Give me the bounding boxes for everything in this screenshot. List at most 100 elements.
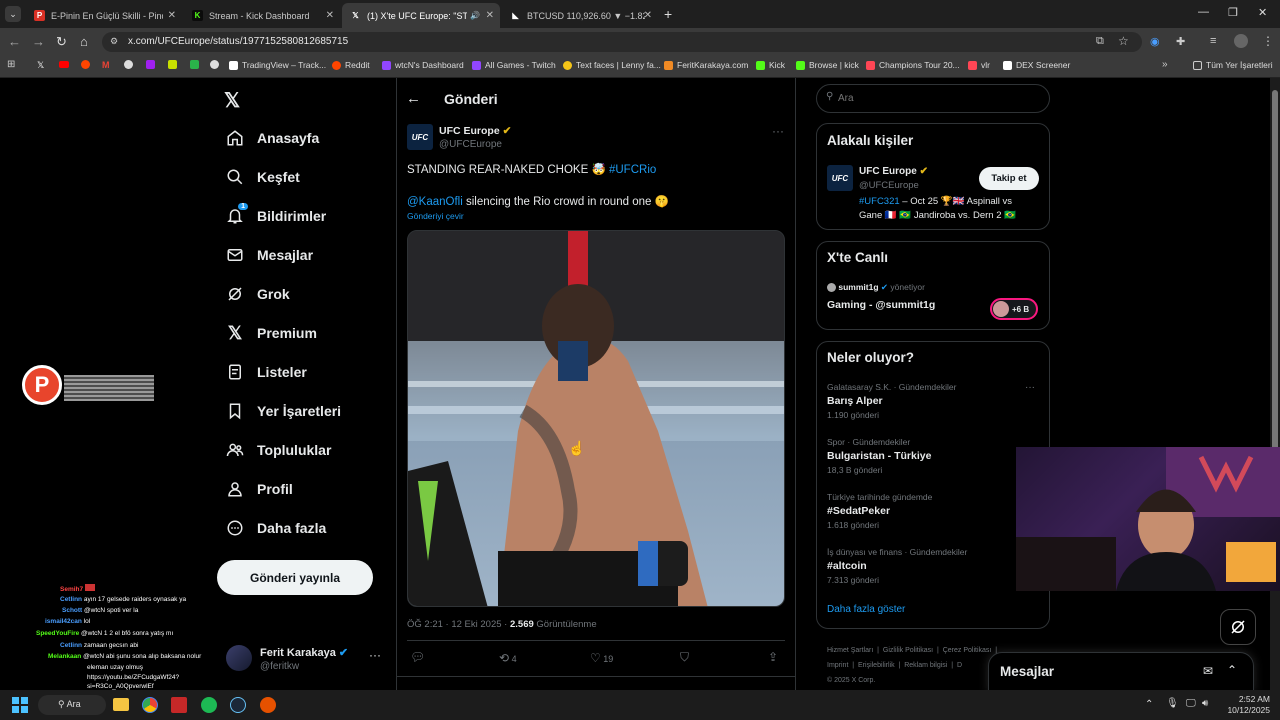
nav-notifications[interactable]: 1 Bildirimler [225, 203, 326, 226]
chrome-icon[interactable] [142, 697, 158, 713]
media-icon[interactable]: ≡ [1210, 35, 1216, 47]
tab-kick-dashboard[interactable]: K Stream - Kick Dashboard ✕ [184, 3, 340, 28]
tray-overflow-icon[interactable]: ⌃ [1145, 699, 1153, 710]
bookmark-feritkarakaya[interactable]: FeritKarakaya.com [664, 60, 748, 70]
bookmark-youtube-icon[interactable] [59, 61, 69, 68]
nav-lists[interactable]: Listeler [225, 362, 307, 382]
translate-link[interactable]: Gönderiyi çevir [407, 211, 464, 221]
ufc-avatar[interactable]: UFC [827, 165, 853, 191]
nav-premium[interactable]: 𝕏 Premium [225, 323, 317, 343]
bookmark-reddit[interactable]: Reddit [332, 60, 370, 70]
microphone-icon[interactable]: 🎙︎ [1166, 698, 1179, 709]
windows-start-icon[interactable] [12, 697, 28, 713]
footer-link[interactable]: Gizlilik Politikası [883, 647, 933, 654]
tab-tradingview[interactable]: ◣ BTCUSD 110,926.60 ▼ −1.82% l ✕ [502, 3, 658, 28]
volume-icon[interactable]: 🔊︎ [1202, 698, 1208, 709]
bookmark-yahoo-icon[interactable] [146, 60, 155, 69]
search-input[interactable] [838, 89, 1038, 107]
post-more-icon[interactable]: ··· [772, 124, 784, 138]
bookmark-twitch-games[interactable]: All Games - Twitch [472, 60, 556, 70]
new-message-icon[interactable]: ✉ [1203, 664, 1213, 678]
home-button-icon[interactable]: ⌂ [80, 34, 88, 49]
back-arrow-icon[interactable]: ← [406, 90, 421, 107]
app-icon[interactable] [260, 697, 276, 713]
nav-bookmarks[interactable]: Yer İşaretleri [225, 401, 341, 421]
bookmark-wtcn-dashboard[interactable]: wtcN's Dashboard [382, 60, 464, 70]
related-name[interactable]: UFC Europe ✔ [859, 166, 928, 177]
live-stream-title[interactable]: Gaming - @summit1g [827, 299, 935, 311]
share-icon[interactable]: ⇪ [768, 650, 778, 664]
trend-item[interactable]: Spor · Gündemdekiler Bulgaristan - Türki… [827, 437, 1047, 487]
bookmark-champions-tour[interactable]: Champions Tour 20... [866, 60, 960, 70]
nav-profile[interactable]: Profil [225, 479, 293, 499]
app-icon[interactable] [171, 697, 187, 713]
ufc-avatar[interactable]: UFC [407, 124, 433, 150]
scrollbar-thumb[interactable] [1272, 90, 1278, 450]
trend-item[interactable]: Galatasaray S.K. · Gündemdekiler Barış A… [827, 382, 1047, 432]
retweet-button[interactable]: ⟲ 4 [499, 651, 517, 665]
extension-icon[interactable]: ◉ [1150, 35, 1160, 48]
trend-item[interactable]: Türkiye tarihinde gündemde #SedatPeker 1… [827, 492, 1047, 542]
nav-explore[interactable]: Keşfet [225, 167, 300, 187]
bookmark-gmail-icon[interactable]: M [102, 60, 110, 70]
grok-floating-button[interactable] [1220, 609, 1256, 645]
reload-icon[interactable]: ↻ [56, 34, 67, 50]
apps-icon[interactable]: ⊞ [7, 59, 15, 70]
bookmark-dex-screener[interactable]: DEX Screener [1003, 60, 1070, 70]
footer-link[interactable]: Erişilebilirlik [858, 662, 895, 669]
url-text[interactable]: x.com/UFCEurope/status/19771525808126857… [128, 36, 348, 47]
back-icon[interactable]: ← [8, 34, 21, 49]
bookmark-lenny-faces[interactable]: Text faces | Lenny fa... [563, 60, 661, 70]
nav-home[interactable]: Anasayfa [225, 128, 319, 148]
bookmark-icon[interactable] [124, 60, 133, 69]
bookmark-icon[interactable] [190, 60, 199, 69]
author-name[interactable]: UFC Europe ✔ [439, 125, 511, 137]
post-button[interactable]: Gönderi yayınla [217, 560, 373, 595]
speaker-icon[interactable]: 🔊 [470, 11, 480, 20]
footer-link[interactable]: Çerez Politikası [943, 647, 992, 654]
bookmark-post-icon[interactable]: ⛉ [680, 650, 689, 665]
clock[interactable]: 2:52 AM 10/12/2025 [1222, 694, 1270, 716]
file-explorer-icon[interactable] [113, 698, 129, 711]
bookmark-icon[interactable] [168, 60, 177, 69]
follow-button[interactable]: Takip et [979, 167, 1039, 190]
steam-icon[interactable] [230, 697, 246, 713]
footer-link[interactable]: Imprint [827, 662, 848, 669]
bookmark-vlr[interactable]: vlr [968, 60, 990, 70]
close-icon[interactable]: ✕ [168, 10, 176, 21]
footer-link[interactable]: Reklam bilgisi [904, 662, 947, 669]
nav-communities[interactable]: Topluluklar [225, 440, 331, 460]
bookmark-kick[interactable]: Kick [756, 60, 785, 70]
bio-hashtag[interactable]: #UFC321 [859, 196, 900, 207]
profile-avatar[interactable] [1234, 34, 1248, 48]
tab-search-button[interactable]: ⌄ [5, 6, 21, 22]
all-bookmarks-folder[interactable]: Tüm Yer İşaretleri [1193, 60, 1273, 70]
bookmark-browse-kick[interactable]: Browse | kick [796, 60, 859, 70]
footer-link[interactable]: Hizmet Şartları [827, 647, 873, 654]
footer-link[interactable]: D [957, 662, 962, 669]
forward-icon[interactable]: → [32, 34, 45, 49]
close-icon[interactable]: ✕ [486, 10, 494, 21]
trend-item[interactable]: İş dünyası ve finans · Gündemdekiler #al… [827, 547, 1047, 597]
window-close-icon[interactable]: ✕ [1258, 6, 1267, 19]
like-button[interactable]: ♡ 19 [590, 651, 613, 665]
browser-menu-icon[interactable]: ⋮ [1262, 34, 1274, 48]
post-video[interactable] [407, 230, 785, 607]
maximize-icon[interactable]: ❐ [1228, 6, 1238, 19]
post-timestamp[interactable]: ÖĞ 2:21 · 12 Eki 2025 · [407, 619, 510, 630]
spotify-icon[interactable] [201, 697, 217, 713]
extensions-puzzle-icon[interactable]: ✚ [1176, 35, 1185, 48]
hashtag-link[interactable]: #UFCRio [609, 164, 656, 176]
nav-messages[interactable]: Mesajlar [225, 245, 313, 265]
site-info-icon[interactable]: ⚙ [110, 36, 118, 47]
bookmark-x-icon[interactable]: 𝕏 [37, 60, 44, 71]
bookmark-reddit-icon[interactable] [81, 60, 90, 69]
network-icon[interactable]: 🖵 [1186, 698, 1196, 709]
tab-pindirim[interactable]: P E-Pinin En Güçlü Skilli - Pindirim ✕ [26, 3, 182, 28]
star-icon[interactable]: ☆ [1118, 34, 1129, 48]
nav-more[interactable]: Daha fazla [225, 518, 326, 538]
nav-grok[interactable]: Grok [225, 284, 290, 304]
bookmark-tradingview[interactable]: TradingView – Track... [229, 60, 326, 70]
account-switcher[interactable]: Ferit Karakaya ✔ @feritkw ··· [222, 640, 392, 680]
expand-icon[interactable]: ⌃ [1227, 663, 1237, 677]
